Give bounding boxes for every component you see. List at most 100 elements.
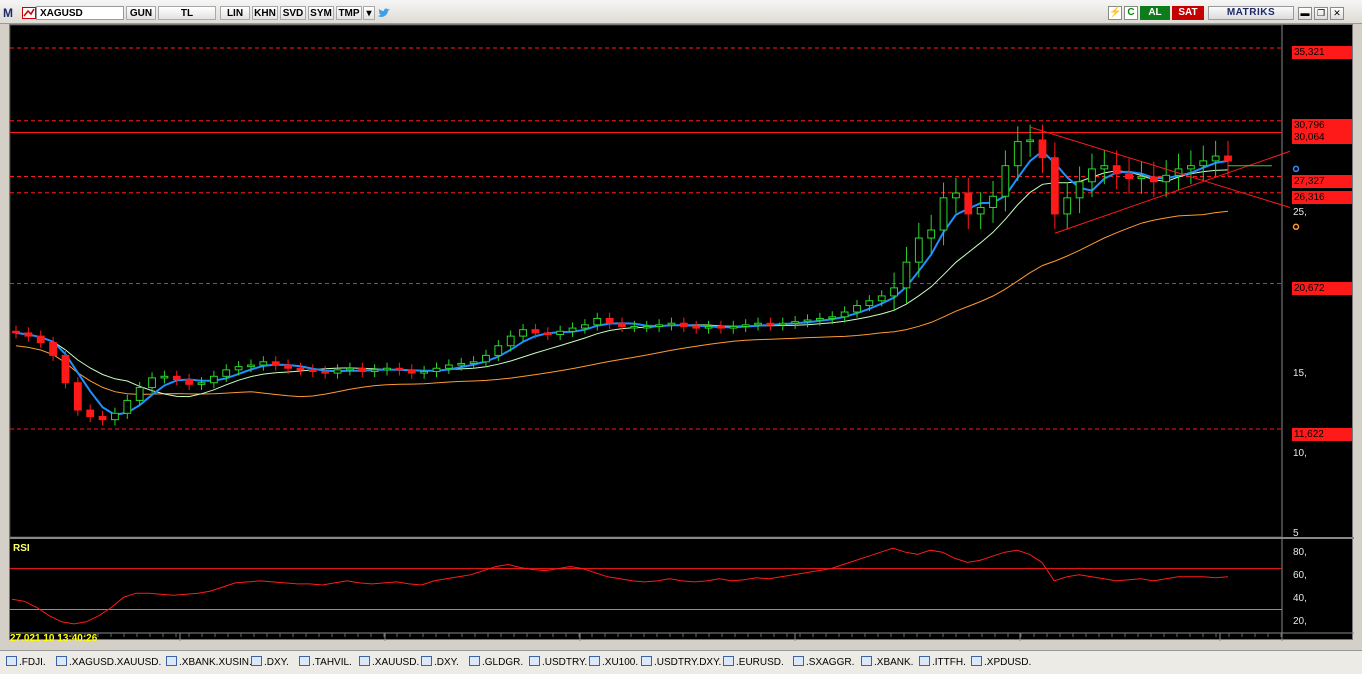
candle-body xyxy=(222,369,231,377)
candle-body xyxy=(247,364,255,368)
candle-body xyxy=(754,322,762,326)
price-axis-tick: 10, xyxy=(1293,448,1307,459)
chart-tab[interactable]: .XPDUSD. xyxy=(971,656,1031,670)
twitter-icon[interactable] xyxy=(377,7,391,19)
candle-body xyxy=(1186,165,1195,170)
candle-body xyxy=(111,412,119,421)
svd-button[interactable]: SVD xyxy=(280,6,306,20)
chart-tab-icon xyxy=(919,656,930,666)
lightning-icon[interactable]: ⚡ xyxy=(1108,6,1122,20)
candle-body xyxy=(1125,173,1133,180)
candle-body xyxy=(828,316,837,319)
chart-tab-label: .SXAGGR. xyxy=(806,657,855,668)
candle-body xyxy=(420,370,429,374)
candle-body xyxy=(49,342,58,356)
candle-body xyxy=(1100,165,1109,170)
price-level-label: 26,316 xyxy=(1292,191,1352,204)
candle-body xyxy=(791,321,800,324)
price-level-label: 27,327 xyxy=(1292,175,1352,188)
linear-scale-button[interactable]: LIN xyxy=(220,6,250,20)
candle-body xyxy=(271,361,280,366)
candle-body xyxy=(12,330,20,334)
ma-marker-icon xyxy=(1292,223,1300,231)
restore-icon[interactable]: ❐ xyxy=(1314,7,1328,20)
chart-tab[interactable]: .XAGUSD.XAUUSD. xyxy=(56,656,161,670)
chart-tab[interactable]: .EURUSD. xyxy=(723,656,784,670)
price-plot-area xyxy=(10,25,1283,538)
chart-tab-label: .XAUUSD. xyxy=(372,657,420,668)
chart-tab[interactable]: .XBANK. xyxy=(861,656,913,670)
chart-tab[interactable]: .DXY. xyxy=(251,656,289,670)
minimize-icon[interactable]: ▬ xyxy=(1298,7,1312,20)
price-level-label: 20,672 xyxy=(1292,282,1352,295)
candle-body xyxy=(444,364,453,369)
chart-tab-label: .EURUSD. xyxy=(736,657,784,668)
candle-body xyxy=(568,327,577,332)
symbol-search-icon[interactable] xyxy=(22,7,36,19)
chart-tab[interactable]: .TAHVIL. xyxy=(299,656,352,670)
chart-tab[interactable]: .FDJI. xyxy=(6,656,46,670)
buy-button[interactable]: AL xyxy=(1140,6,1170,20)
price-axis-tick: 25, xyxy=(1293,207,1307,218)
candle-body xyxy=(877,295,886,302)
rsi-line xyxy=(11,547,1229,625)
sym-button[interactable]: SYM xyxy=(308,6,334,20)
chart-tab-label: .FDJI. xyxy=(19,657,46,668)
candle-body xyxy=(234,366,243,371)
chart-tab[interactable]: .USDTRY. xyxy=(529,656,587,670)
refresh-icon[interactable]: C xyxy=(1124,6,1138,20)
candle-body xyxy=(741,324,750,327)
chart-tab-label: .XBANK.XUSIN. xyxy=(179,657,252,668)
chart-tab[interactable]: .XU100. xyxy=(589,656,638,670)
chart-tab[interactable]: .GLDGR. xyxy=(469,656,523,670)
candle-body xyxy=(185,379,194,385)
candle-body xyxy=(407,369,416,374)
candle-body xyxy=(506,335,515,347)
chart-panel[interactable]: 35,321 30,796 30,064 27,327 26,316 20,67… xyxy=(9,24,1354,644)
candle-body xyxy=(1211,155,1220,162)
candle-body xyxy=(160,375,169,379)
chart-tab-icon xyxy=(166,656,177,666)
candle-body xyxy=(939,197,948,231)
chart-tab[interactable]: .ITTFH. xyxy=(919,656,966,670)
candle-body xyxy=(1013,141,1022,167)
currency-button[interactable]: TL xyxy=(158,6,216,20)
symbol-input[interactable]: XAGUSD xyxy=(36,6,124,20)
price-axis-tick: 15, xyxy=(1293,368,1307,379)
candle-body xyxy=(778,322,787,326)
candle-body xyxy=(98,415,107,421)
chart-canvas[interactable] xyxy=(10,25,1354,641)
chart-tab[interactable]: .USDTRY.DXY. xyxy=(641,656,721,670)
khn-button[interactable]: KHN xyxy=(252,6,278,20)
candle-body xyxy=(902,261,911,289)
chart-tab[interactable]: .DXY. xyxy=(421,656,459,670)
candle-body xyxy=(148,377,156,389)
chart-tab[interactable]: .SXAGGR. xyxy=(793,656,854,670)
chart-tab-icon xyxy=(56,656,67,666)
chart-tab-icon xyxy=(723,656,734,666)
candle-body xyxy=(840,311,849,318)
candle-body xyxy=(815,317,824,321)
template-button[interactable]: TMP xyxy=(336,6,362,20)
candle-body xyxy=(642,325,651,329)
candle-body xyxy=(1088,168,1096,183)
chart-tab-icon xyxy=(793,656,804,666)
candle-body xyxy=(36,335,45,344)
app-logo[interactable]: M xyxy=(3,6,21,20)
candle-body xyxy=(1026,139,1035,143)
candle-body xyxy=(1001,165,1010,197)
price-level-label: 30,064 xyxy=(1292,131,1352,144)
candle-body xyxy=(482,354,490,363)
candle-body xyxy=(580,324,589,329)
chart-tab[interactable]: .XBANK.XUSIN. xyxy=(166,656,252,670)
sell-button[interactable]: SAT xyxy=(1172,6,1204,20)
period-button[interactable]: GUN xyxy=(126,6,156,20)
chart-tab[interactable]: .XAUUSD. xyxy=(359,656,419,670)
rsi-axis-tick: 40, xyxy=(1293,593,1307,604)
template-dropdown-icon[interactable]: ▾ xyxy=(363,6,375,20)
chart-tab-label: .DXY. xyxy=(264,657,289,668)
candle-body xyxy=(976,206,985,215)
candle-body xyxy=(1112,165,1121,175)
candle-body xyxy=(630,325,639,329)
close-icon[interactable]: ✕ xyxy=(1330,7,1344,20)
